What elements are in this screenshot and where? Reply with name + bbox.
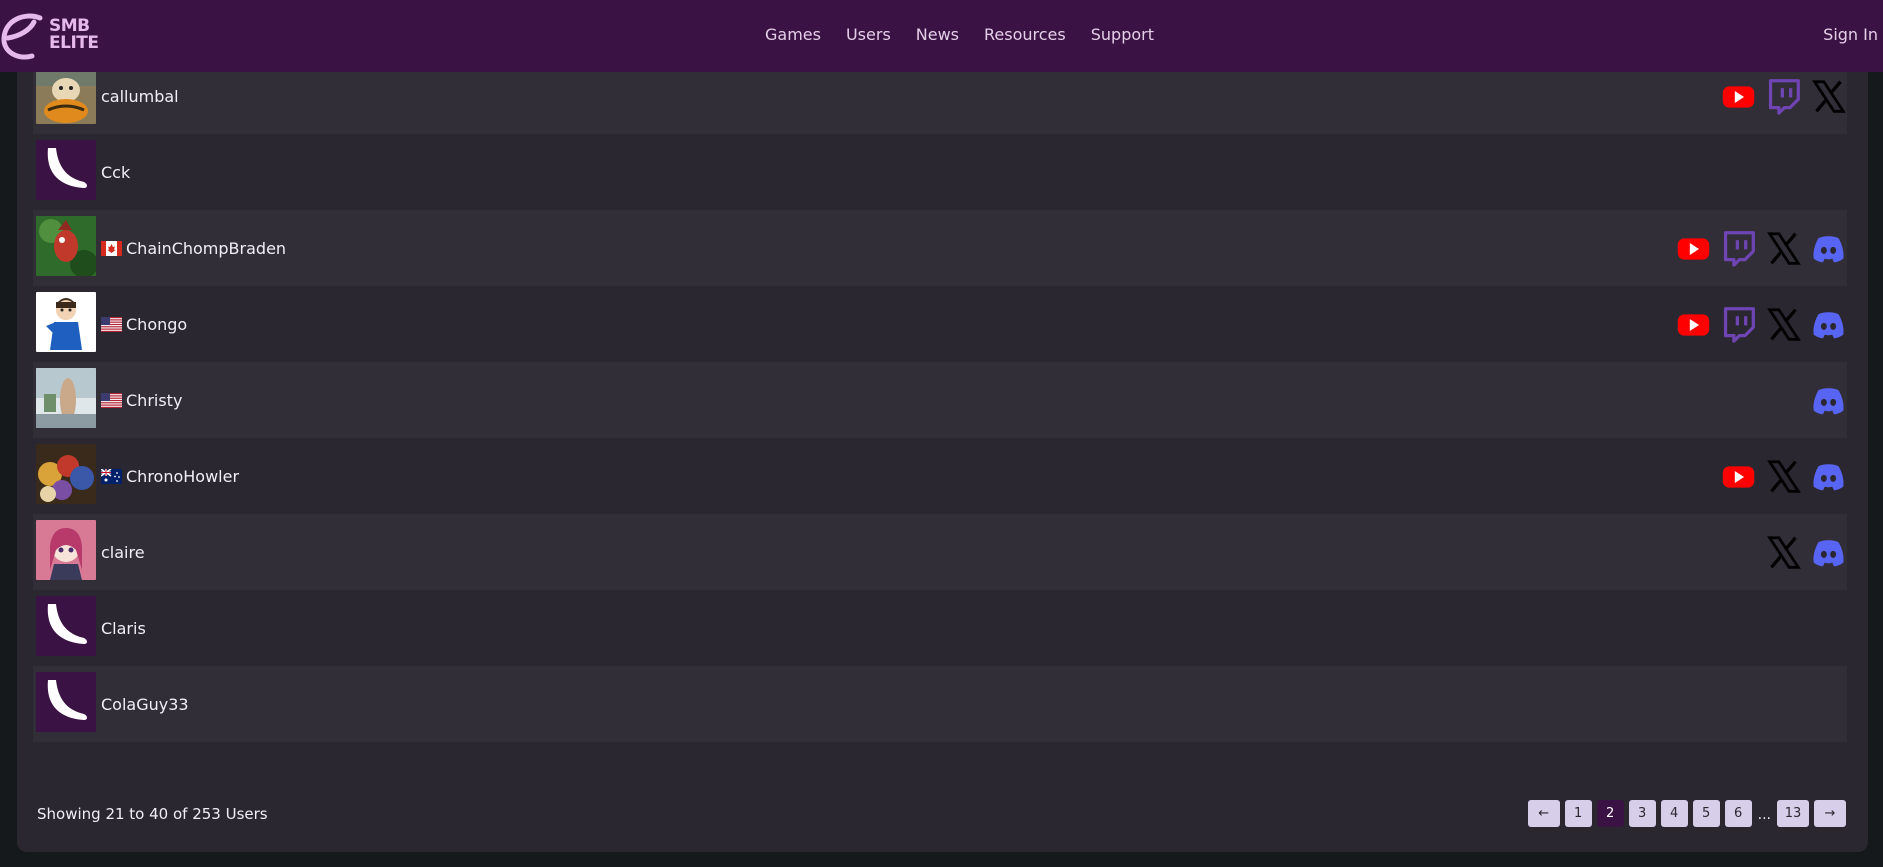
country-flag (101, 240, 126, 256)
page-button-2[interactable]: 2 (1596, 800, 1624, 827)
country-flag (101, 316, 126, 332)
user-row[interactable]: ChronoHowler (33, 438, 1847, 514)
page-button-4[interactable]: 4 (1660, 800, 1688, 827)
twitch-icon[interactable] (1720, 306, 1757, 343)
next-page-button[interactable]: → (1814, 800, 1846, 827)
nav-resources[interactable]: Resources (984, 25, 1066, 44)
youtube-icon[interactable] (1720, 78, 1757, 115)
social-links (1675, 227, 1847, 269)
flag-australia-icon (101, 468, 122, 484)
x-icon[interactable] (1765, 458, 1802, 495)
user-name-link[interactable]: Cck (101, 163, 130, 182)
user-row[interactable]: Claris (33, 590, 1847, 666)
user-name-cell: ChainChompBraden (101, 210, 286, 286)
user-name-cell: Cck (101, 134, 130, 210)
social-links (1675, 303, 1847, 345)
user-name-link[interactable]: Christy (126, 391, 182, 410)
user-row[interactable]: Chongo (33, 286, 1847, 362)
prev-page-button[interactable]: ← (1527, 800, 1560, 827)
smb-elite-logo-icon (1, 13, 43, 60)
country-flag (101, 392, 126, 408)
user-name-link[interactable]: callumbal (101, 87, 179, 106)
youtube-icon[interactable] (1720, 458, 1757, 495)
user-avatar[interactable] (36, 520, 96, 580)
discord-icon[interactable] (1810, 382, 1847, 419)
user-name-link[interactable]: Claris (101, 619, 146, 638)
page-button-5[interactable]: 5 (1692, 800, 1720, 827)
top-navbar: SMB ELITE Games Users News Resources Sup… (0, 0, 1883, 72)
user-name-link[interactable]: ChainChompBraden (126, 239, 286, 258)
youtube-icon[interactable] (1675, 306, 1712, 343)
user-avatar[interactable] (36, 64, 96, 124)
default-banana-avatar[interactable] (36, 672, 96, 732)
nav-news[interactable]: News (916, 25, 959, 44)
nav-users[interactable]: Users (846, 25, 891, 44)
user-name-cell: Chongo (101, 286, 187, 362)
social-links (1765, 531, 1847, 573)
discord-icon[interactable] (1810, 458, 1847, 495)
user-row[interactable]: ColaGuy33 (33, 666, 1847, 742)
main-nav: Games Users News Resources Support (765, 25, 1154, 44)
social-links (1720, 455, 1847, 497)
user-avatar[interactable] (36, 292, 96, 352)
pagination-ellipsis: ... (1757, 807, 1771, 823)
sign-in-link[interactable]: Sign In (1823, 25, 1878, 44)
logo-text: SMB ELITE (49, 16, 99, 53)
social-links (1810, 379, 1847, 421)
nav-support[interactable]: Support (1091, 25, 1154, 44)
default-banana-avatar[interactable] (36, 140, 96, 200)
site-logo[interactable]: SMB ELITE (0, 10, 100, 60)
x-icon[interactable] (1765, 306, 1802, 343)
flag-usa-icon (101, 392, 122, 408)
user-row[interactable]: Cck (33, 134, 1847, 210)
pagination: ← 1 2 3 4 5 6 ... 13 → (1527, 800, 1846, 827)
discord-icon[interactable] (1810, 230, 1847, 267)
user-avatar[interactable] (36, 216, 96, 276)
flag-usa-icon (101, 316, 122, 332)
discord-icon[interactable] (1810, 306, 1847, 343)
x-icon[interactable] (1810, 78, 1847, 115)
country-flag (101, 468, 126, 484)
page-button-3[interactable]: 3 (1628, 800, 1656, 827)
twitch-icon[interactable] (1720, 230, 1757, 267)
user-name-link[interactable]: ColaGuy33 (101, 695, 189, 714)
user-row[interactable]: Christy (33, 362, 1847, 438)
user-row[interactable]: claire (33, 514, 1847, 590)
user-name-cell: claire (101, 514, 145, 590)
default-banana-avatar[interactable] (36, 596, 96, 656)
x-icon[interactable] (1765, 230, 1802, 267)
page-button-1[interactable]: 1 (1564, 800, 1592, 827)
page-button-6[interactable]: 6 (1724, 800, 1752, 827)
showing-count: Showing 21 to 40 of 253 Users (37, 805, 268, 823)
youtube-icon[interactable] (1675, 230, 1712, 267)
discord-icon[interactable] (1810, 534, 1847, 571)
flag-canada-icon (101, 240, 122, 256)
user-name-link[interactable]: ChronoHowler (126, 467, 239, 486)
user-avatar[interactable] (36, 368, 96, 428)
user-name-cell: ColaGuy33 (101, 666, 189, 742)
user-name-cell: Claris (101, 590, 146, 666)
page-button-13[interactable]: 13 (1777, 800, 1809, 827)
user-name-cell: Christy (101, 362, 182, 438)
social-links (1720, 75, 1847, 117)
twitch-icon[interactable] (1765, 78, 1802, 115)
user-row[interactable]: ChainChompBraden (33, 210, 1847, 286)
user-name-link[interactable]: Chongo (126, 315, 187, 334)
nav-games[interactable]: Games (765, 25, 821, 44)
user-avatar[interactable] (36, 444, 96, 504)
x-icon[interactable] (1765, 534, 1802, 571)
user-name-link[interactable]: claire (101, 543, 145, 562)
user-name-cell: ChronoHowler (101, 438, 239, 514)
